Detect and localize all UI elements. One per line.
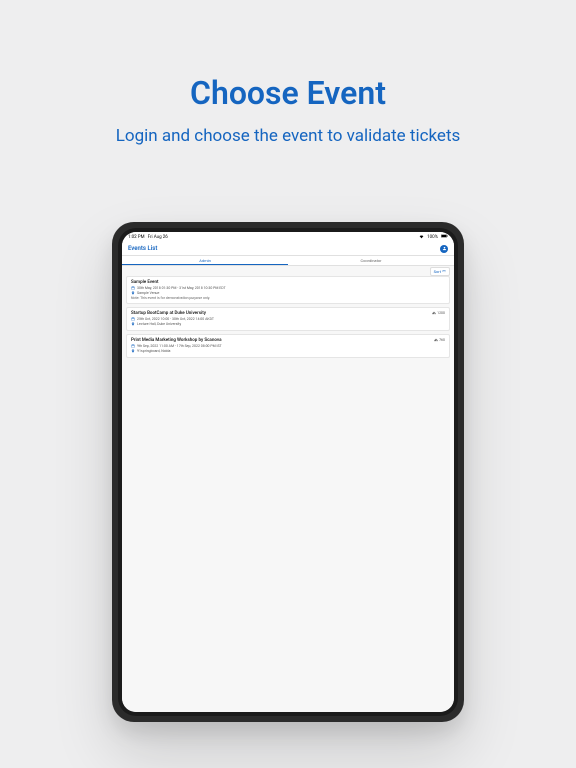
people-icon bbox=[432, 311, 436, 315]
tablet-screen: 1:02 PM Fri Aug 26 100% Events List bbox=[122, 232, 454, 712]
page-subtitle: Login and choose the event to validate t… bbox=[0, 126, 576, 146]
sort-button[interactable]: Sort bbox=[430, 267, 450, 276]
location-icon bbox=[131, 349, 135, 353]
status-bar: 1:02 PM Fri Aug 26 100% bbox=[122, 232, 454, 242]
tablet-frame: 1:02 PM Fri Aug 26 100% Events List bbox=[112, 222, 464, 722]
event-note: Note: This event is for demonstration pu… bbox=[131, 296, 445, 300]
tab-coordinator[interactable]: Coordinator bbox=[288, 256, 454, 265]
event-datetime: 9th Sep, 2022 11:00 AM - 17th Sep, 2022 … bbox=[131, 344, 445, 348]
app-header: Events List bbox=[122, 242, 454, 256]
people-icon bbox=[434, 338, 438, 342]
event-venue: Sample Venue bbox=[131, 291, 445, 295]
sort-icon bbox=[442, 269, 446, 274]
status-battery: 100% bbox=[427, 235, 438, 240]
battery-icon bbox=[441, 234, 448, 240]
page-title: Choose Event bbox=[0, 0, 576, 112]
calendar-icon bbox=[131, 317, 135, 321]
tabs: Admin Coordinator bbox=[122, 256, 454, 266]
event-venue-text: 91springboard, Noida bbox=[137, 349, 170, 353]
status-time: 1:02 PM bbox=[128, 235, 145, 240]
event-venue: 91springboard, Noida bbox=[131, 349, 445, 353]
status-date: Fri Aug 26 bbox=[148, 235, 168, 240]
sort-row: Sort bbox=[122, 266, 454, 276]
event-card[interactable]: 760 Print Media Marketing Workshop by Sc… bbox=[126, 334, 450, 358]
event-datetime-text: 9th Sep, 2022 11:00 AM - 17th Sep, 2022 … bbox=[137, 344, 222, 348]
event-attendee-count: 1200 bbox=[432, 311, 445, 315]
event-venue-text: Lecture Hall, Duke University bbox=[137, 322, 181, 326]
content-area: Sort Sample Event 30th May, 2018 01:30 P… bbox=[122, 266, 454, 712]
event-datetime-text: 25th Oct, 2022 10:00 - 30th Oct, 2022 14… bbox=[137, 317, 214, 321]
location-icon bbox=[131, 322, 135, 326]
event-datetime: 25th Oct, 2022 10:00 - 30th Oct, 2022 14… bbox=[131, 317, 445, 321]
tab-admin[interactable]: Admin bbox=[122, 256, 288, 265]
event-card[interactable]: Sample Event 30th May, 2018 01:30 PM - 3… bbox=[126, 276, 450, 304]
event-attendee-count: 760 bbox=[434, 338, 445, 342]
event-title: Print Media Marketing Workshop by Scanov… bbox=[131, 338, 445, 343]
calendar-icon bbox=[131, 286, 135, 290]
sort-label: Sort bbox=[434, 269, 441, 274]
event-datetime: 30th May, 2018 01:30 PM - 31st May, 2018… bbox=[131, 286, 445, 290]
event-card[interactable]: 1200 Startup BootCamp at Duke University… bbox=[126, 307, 450, 331]
tablet-inner: 1:02 PM Fri Aug 26 100% Events List bbox=[118, 228, 458, 716]
event-venue: Lecture Hall, Duke University bbox=[131, 322, 445, 326]
wifi-icon bbox=[419, 234, 424, 241]
app-header-title: Events List bbox=[128, 245, 157, 252]
event-datetime-text: 30th May, 2018 01:30 PM - 31st May, 2018… bbox=[137, 286, 226, 290]
event-title: Sample Event bbox=[131, 280, 445, 285]
event-count-text: 760 bbox=[439, 338, 445, 342]
calendar-icon bbox=[131, 344, 135, 348]
user-avatar-icon[interactable] bbox=[440, 245, 448, 253]
event-venue-text: Sample Venue bbox=[137, 291, 159, 295]
event-title: Startup BootCamp at Duke University bbox=[131, 311, 445, 316]
location-icon bbox=[131, 291, 135, 295]
event-count-text: 1200 bbox=[437, 311, 445, 315]
